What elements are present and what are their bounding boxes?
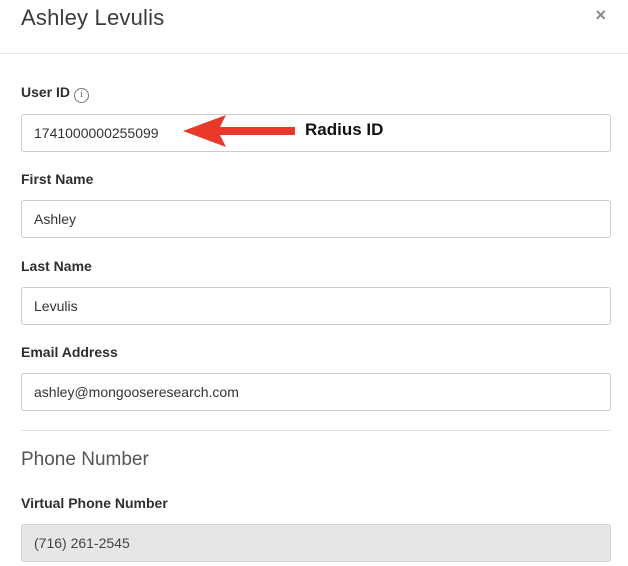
annotation-arrow-icon xyxy=(183,115,295,147)
last-name-label: Last Name xyxy=(21,258,92,274)
email-input[interactable] xyxy=(21,373,611,411)
virtual-phone-label: Virtual Phone Number xyxy=(21,495,168,511)
user-id-label: User ID i xyxy=(21,84,90,103)
close-icon[interactable]: × xyxy=(595,5,606,25)
email-label: Email Address xyxy=(21,344,118,360)
user-id-label-text: User ID xyxy=(21,84,71,100)
arrow-shape xyxy=(183,115,295,147)
first-name-input[interactable] xyxy=(21,200,611,238)
modal-title: Ashley Levulis xyxy=(21,5,165,30)
section-divider xyxy=(21,430,611,431)
info-icon[interactable]: i xyxy=(74,88,90,103)
phone-section-title: Phone Number xyxy=(21,449,149,470)
virtual-phone-input xyxy=(21,524,611,562)
first-name-label: First Name xyxy=(21,171,94,187)
annotation-label: Radius ID xyxy=(305,120,384,139)
modal-header: Ashley Levulis × xyxy=(0,0,628,54)
user-edit-modal: Ashley Levulis × User IDi Radius ID Firs… xyxy=(0,0,628,566)
last-name-input[interactable] xyxy=(21,287,611,325)
